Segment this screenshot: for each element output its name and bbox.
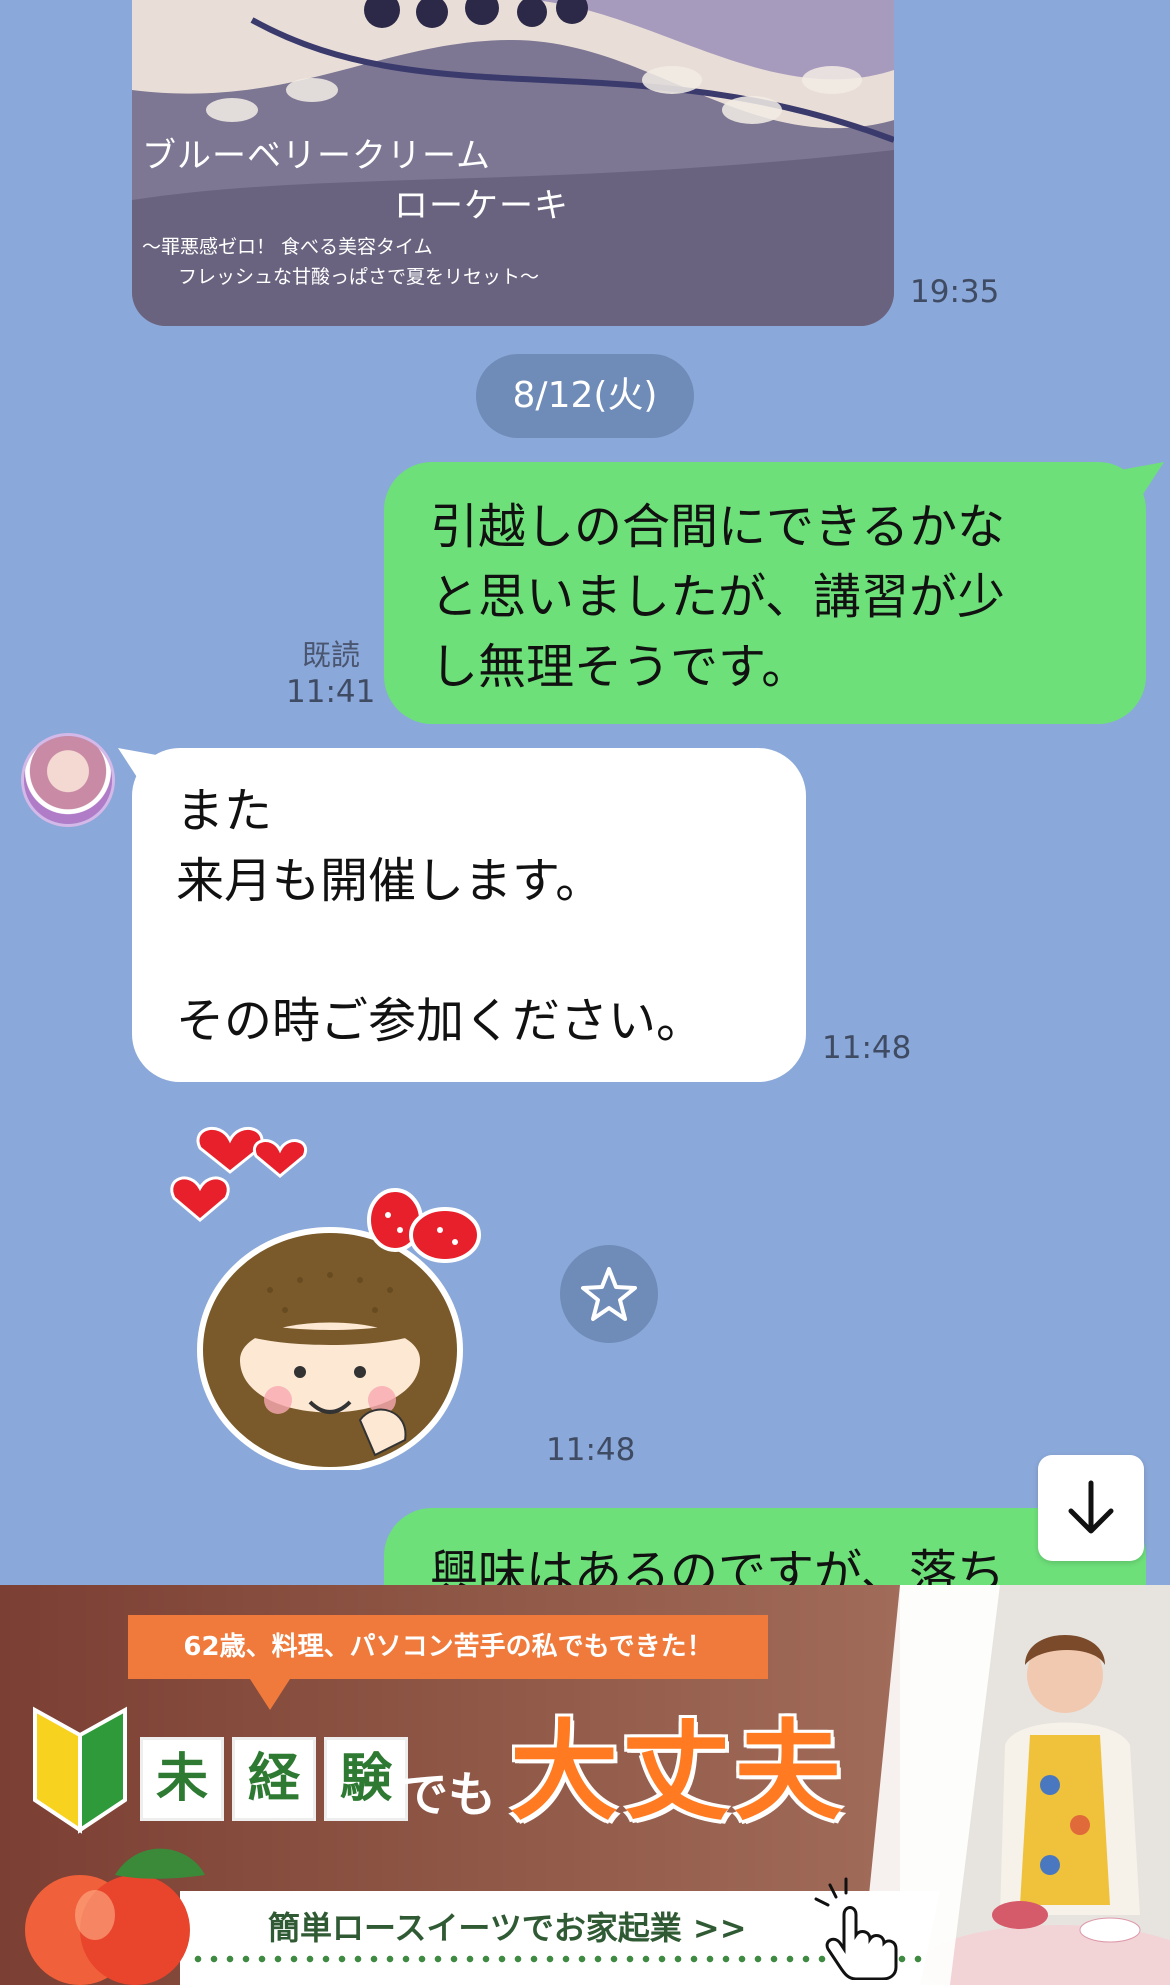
message-time: 11:41: [286, 674, 376, 710]
arrow-down-icon: [1068, 1480, 1114, 1534]
favorite-sticker-button[interactable]: [560, 1245, 658, 1343]
kanji-box: 経: [232, 1737, 316, 1821]
date-separator: 8/12(火): [476, 354, 694, 438]
message-time: 11:48: [822, 1030, 912, 1066]
message-line: と思いましたが、講習が少: [430, 569, 1006, 625]
image-subtitle-line1: 〜罪悪感ゼロ！ 食べる美容タイム: [142, 236, 433, 258]
promo-banner[interactable]: 62歳、料理、パソコン苦手の私でもできた！ 未 経 験 でも 大丈夫 簡単ロース…: [0, 1585, 1170, 1985]
image-title-line1: ブルーベリークリーム: [142, 136, 491, 176]
peach-icon: [25, 1848, 205, 1985]
banner-headline: 大丈夫: [510, 1710, 847, 1835]
girl-with-hearts-sticker[interactable]: [160, 1110, 500, 1470]
message-line: し無理そうです。: [430, 639, 810, 695]
scroll-to-bottom-button[interactable]: [1038, 1455, 1144, 1561]
pointing-hand-icon: [814, 1877, 898, 1980]
image-message-card[interactable]: ブルーベリークリーム ローケーキ 〜罪悪感ゼロ！ 食べる美容タイム フレッシュな…: [132, 0, 894, 326]
message-time: 11:48: [546, 1432, 636, 1468]
banner-cta-text[interactable]: 簡単ロースイーツでお家起業 >>: [268, 1903, 747, 1949]
image-title-line2: ローケーキ: [394, 186, 569, 226]
message-line: 来月も開催します。: [176, 853, 604, 909]
message-time: 19:35: [910, 274, 1000, 310]
banner-demo-text: でも: [400, 1767, 497, 1823]
incoming-message-bubble[interactable]: また 来月も開催します。 その時ご参加ください。: [132, 748, 806, 1082]
message-line: また: [176, 783, 273, 839]
read-label: 既読: [302, 638, 361, 672]
message-line: その時ご参加ください。: [176, 993, 705, 1049]
kanji-box: 未: [140, 1737, 224, 1821]
banner-ribbon-text: 62歳、料理、パソコン苦手の私でもできた！: [128, 1615, 768, 1679]
outgoing-message-bubble[interactable]: 引越しの合間にできるかな と思いましたが、講習が少 し無理そうです。: [384, 462, 1146, 724]
kanji-box: 験: [324, 1737, 408, 1821]
image-subtitle-line2: フレッシュな甘酸っぱさで夏をリセット〜: [178, 266, 540, 288]
sender-avatar[interactable]: [24, 736, 112, 824]
bubble-tail: [1120, 462, 1164, 502]
beginner-mark-icon: [33, 1706, 127, 1834]
message-line: 引越しの合間にできるかな: [430, 499, 1006, 555]
star-icon: [581, 1267, 637, 1321]
